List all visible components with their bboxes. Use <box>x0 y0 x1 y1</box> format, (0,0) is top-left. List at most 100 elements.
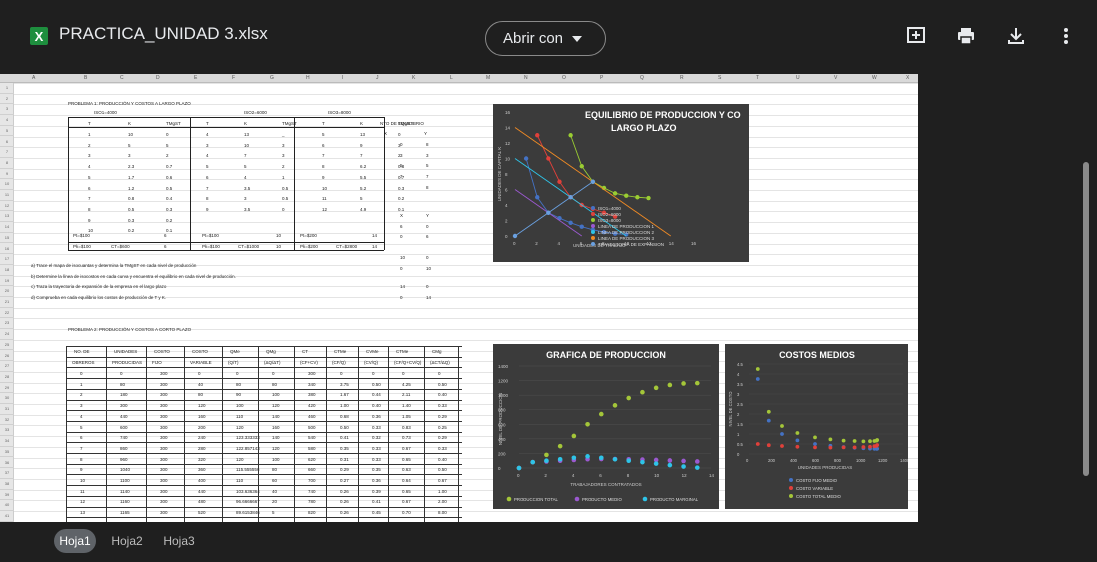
gridline <box>14 511 918 512</box>
data-point <box>841 445 846 450</box>
table-header: TMgST <box>166 121 181 126</box>
xy-cell: 0 <box>400 294 403 300</box>
row-header: 5 <box>0 126 14 137</box>
tab-hoja2[interactable]: Hoja2 <box>104 529 150 553</box>
xy-cell: 8 <box>426 142 429 147</box>
row-header: 22 <box>0 308 14 319</box>
x-tick-label: 400 <box>790 458 798 463</box>
table-header: VARIABLE <box>190 360 212 365</box>
column-header: O <box>562 75 566 81</box>
data-point <box>516 465 522 471</box>
x-tick-label: 800 <box>834 458 842 463</box>
row-header: 37 <box>0 468 14 479</box>
table-cell: 12 <box>322 206 328 212</box>
price-cell: Pt=$100 <box>73 233 90 238</box>
table-cell: 8 <box>206 196 209 202</box>
table-border <box>68 127 384 128</box>
table-cell: 6 <box>80 435 83 441</box>
table-header: NTO DE EQUILIBRIO <box>380 121 424 126</box>
more-vert-icon[interactable] <box>1056 26 1076 46</box>
legend-label: PRODUCTO MARGINAL <box>650 497 699 502</box>
table-cell: 4 <box>88 164 91 170</box>
table-cell: 1040 <box>120 467 131 473</box>
row-header: 17 <box>0 254 14 265</box>
table-cell: 0 <box>236 371 239 376</box>
table-cell: 0.2 <box>398 196 405 202</box>
table-cell: 300 <box>160 371 168 376</box>
y-tick-label: 14 <box>505 126 511 131</box>
open-with-button[interactable]: Abrir con <box>485 21 606 56</box>
worksheet[interactable]: ABCDEFGHIJKLMNOPQRSTUVWX 1 2 3 4 5 6 7 8 9 10 11 12… <box>0 74 918 522</box>
data-point <box>667 462 673 468</box>
table-cell: 0.5 <box>166 185 173 191</box>
table-cell: 13 <box>360 132 366 137</box>
table-cell: 2 <box>282 164 285 170</box>
table-cell: 0 <box>402 371 405 376</box>
column-header: S <box>718 75 722 81</box>
table-header: CTMe <box>334 349 347 354</box>
table-border <box>184 346 185 522</box>
table-border <box>458 346 459 522</box>
table-cell: 100 <box>272 456 280 462</box>
gridline <box>14 200 918 202</box>
column-header: D <box>156 75 160 81</box>
table-cell: 0.67 <box>402 499 411 505</box>
print-icon[interactable] <box>956 26 976 46</box>
download-icon[interactable] <box>1006 26 1026 46</box>
table-border <box>66 388 462 390</box>
question-text: c) Traza la trayectoria de expansión de … <box>31 284 167 290</box>
table-cell: 0.6 <box>166 174 173 180</box>
column-header: L <box>450 75 453 81</box>
x-tick-label: 6 <box>599 473 602 478</box>
xy-cell: 0 <box>426 284 429 289</box>
x-tick-label: 2 <box>544 473 547 478</box>
data-point <box>557 456 563 462</box>
table-cell: 380 <box>308 392 316 398</box>
data-point <box>635 195 640 200</box>
vertical-scrollbar[interactable] <box>1083 162 1089 476</box>
table-cell: 420 <box>308 403 316 409</box>
gridline <box>14 147 918 149</box>
table-cell: 0 <box>282 206 285 212</box>
viewer-toolbar: X PRACTICA_UNIDAD 3.xlsx Abrir con <box>0 0 1097 74</box>
table-cell: 0.64 <box>402 478 411 483</box>
table-cell: 300 <box>160 467 168 473</box>
table-cell: 0.67 <box>438 478 447 483</box>
caret-down-icon <box>572 35 583 42</box>
data-point <box>598 455 604 461</box>
table-cell: 110 <box>236 478 244 483</box>
column-header: I <box>342 75 344 81</box>
gridline <box>14 254 918 256</box>
production-chart[interactable]: GRAFICA DE PRODUCCION 1400 1200 1000 800 600 4… <box>493 344 719 509</box>
add-comment-icon[interactable] <box>906 26 926 46</box>
table-cell: 520 <box>198 510 206 516</box>
data-point <box>766 418 771 423</box>
table-cell: 180 <box>120 392 128 398</box>
row-header: 23 <box>0 318 14 330</box>
column-header: H <box>306 75 310 81</box>
data-point <box>585 454 590 459</box>
table-cell: 6 <box>88 185 91 191</box>
xy-cell: 7 <box>426 174 429 180</box>
table-cell: 5 <box>166 142 169 148</box>
table-cell: 120 <box>236 456 244 462</box>
table-cell: 660 <box>308 467 316 473</box>
column-header: F <box>232 75 236 81</box>
table-cell: 580 <box>308 445 316 451</box>
table-cell: 6 <box>206 174 209 180</box>
average-costs-chart[interactable]: COSTOS MEDIOS 4.5 4 3.5 3 2.5 2 1.5 1 0.5 0 0 200 400… <box>725 344 910 509</box>
table-cell: 2 <box>88 142 91 148</box>
legend-label: COSTO VARIABLE <box>796 486 833 491</box>
y-axis-label: NIVEL DE PRODUCCION <box>498 393 503 445</box>
table-cell: 1160 <box>120 499 130 505</box>
row-header: 27 <box>0 361 14 372</box>
tab-hoja3[interactable]: Hoja3 <box>156 529 202 553</box>
tab-hoja1[interactable]: Hoja1 <box>54 529 96 553</box>
table-border <box>66 453 462 454</box>
table-cell: 0.5 <box>128 206 135 212</box>
table-cell: 5 <box>206 164 209 170</box>
table-header: (CF+CV) <box>300 360 318 365</box>
equilibrium-chart[interactable]: EQUILIBRIO DE PRODUCCION Y CO LARGO PLAZO… <box>493 104 749 262</box>
table-cell: 3 <box>80 403 83 409</box>
legend-label: COSTO TOTAL MEDIO <box>796 494 842 499</box>
